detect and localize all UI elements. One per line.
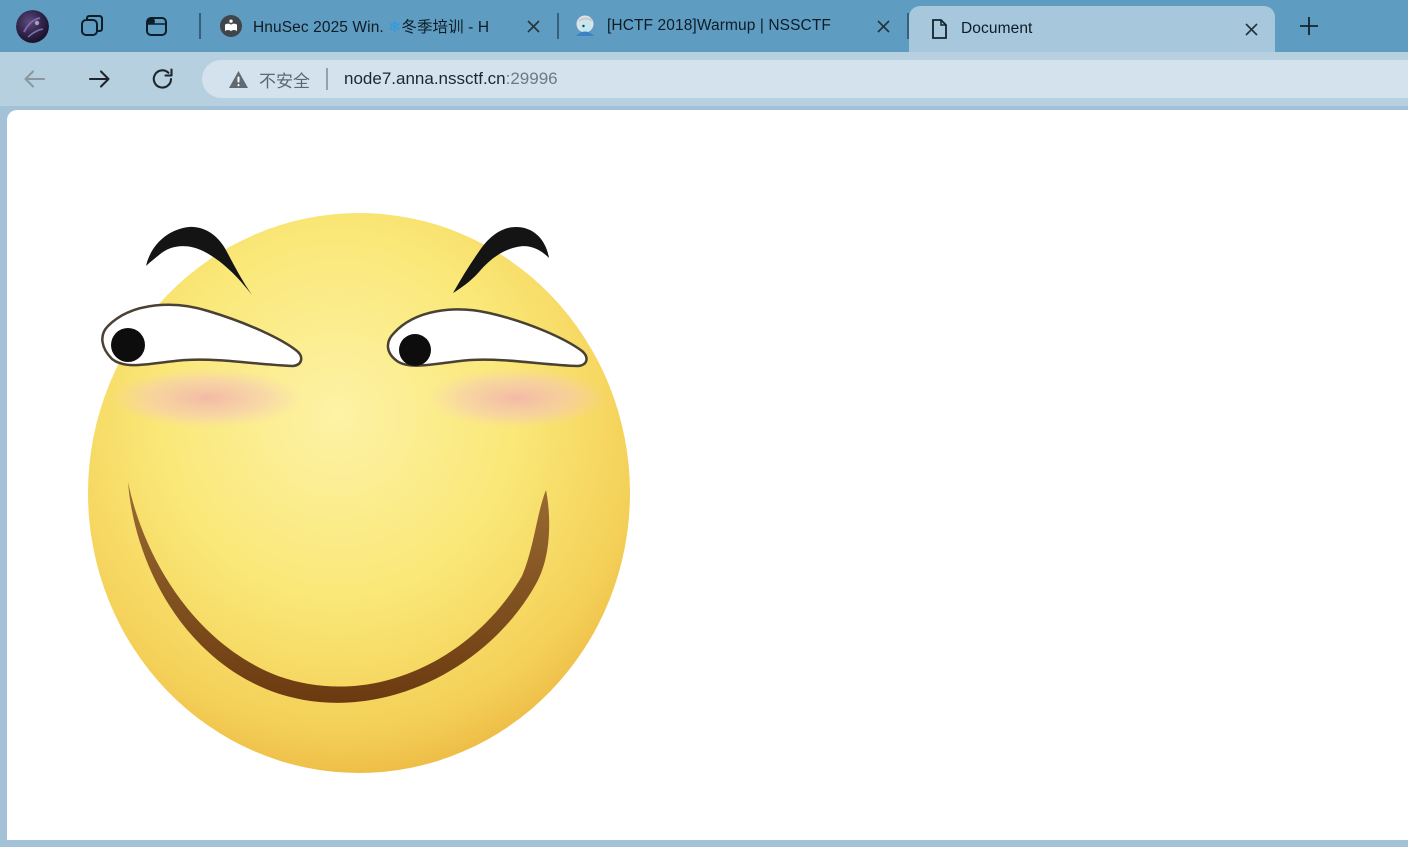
url-host: node7.anna.nssctf.cn: [344, 69, 506, 89]
snowflake-emoji: ❄: [388, 19, 401, 36]
tab-title: HnuSec 2025 Win. ❄冬季培训 - H: [253, 15, 519, 37]
window-frame: [0, 106, 1408, 847]
back-icon[interactable]: [14, 58, 56, 100]
security-label: 不安全: [259, 67, 310, 92]
close-tab-icon[interactable]: [519, 12, 547, 40]
url-port: :29996: [506, 69, 558, 89]
forward-icon[interactable]: [78, 58, 120, 100]
close-tab-icon[interactable]: [869, 12, 897, 40]
warning-triangle-icon: [228, 70, 249, 89]
book-circle-icon: [219, 14, 243, 38]
address-bar[interactable]: 不安全 node7.anna.nssctf.cn:29996: [202, 60, 1408, 98]
tab-title: Document: [961, 20, 1237, 38]
workspaces-icon[interactable]: [75, 9, 109, 43]
document-page-icon: [927, 17, 951, 41]
new-tab-icon[interactable]: [1291, 8, 1327, 44]
tab-title: [HCTF 2018]Warmup | NSSCTF: [607, 17, 869, 35]
navigation-bar: 不安全 node7.anna.nssctf.cn:29996: [0, 52, 1408, 106]
avatar-image: [16, 10, 49, 43]
address-divider: [326, 68, 328, 90]
winking-smirk-smiley-image: [85, 192, 635, 782]
page-content: [7, 110, 1408, 840]
close-tab-icon[interactable]: [1237, 15, 1265, 43]
tab-strip: HnuSec 2025 Win. ❄冬季培训 - H [HCTF 2018]Wa…: [0, 0, 1408, 52]
browser-window: HnuSec 2025 Win. ❄冬季培训 - H [HCTF 2018]Wa…: [0, 0, 1408, 847]
tab-document-active[interactable]: Document: [909, 6, 1275, 52]
toolbar-tab-divider: [199, 13, 201, 39]
tab-actions-icon[interactable]: [139, 9, 173, 43]
refresh-icon[interactable]: [142, 58, 184, 100]
profile-avatar[interactable]: [16, 10, 49, 43]
tab-hnusec[interactable]: HnuSec 2025 Win. ❄冬季培训 - H: [205, 0, 557, 52]
tab-nssctf[interactable]: [HCTF 2018]Warmup | NSSCTF: [559, 0, 907, 52]
nssctf-mascot-icon: [573, 14, 597, 38]
